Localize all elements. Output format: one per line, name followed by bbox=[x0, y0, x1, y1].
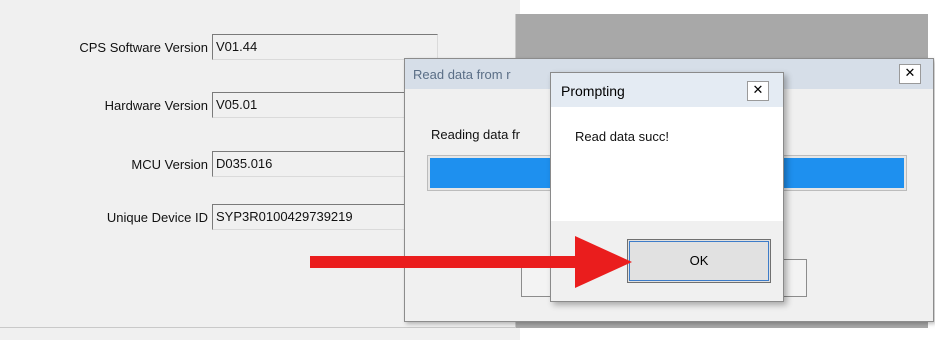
screen: CPS Software Version V01.44 Hardware Ver… bbox=[0, 0, 935, 340]
red-arrow-icon bbox=[310, 236, 632, 288]
